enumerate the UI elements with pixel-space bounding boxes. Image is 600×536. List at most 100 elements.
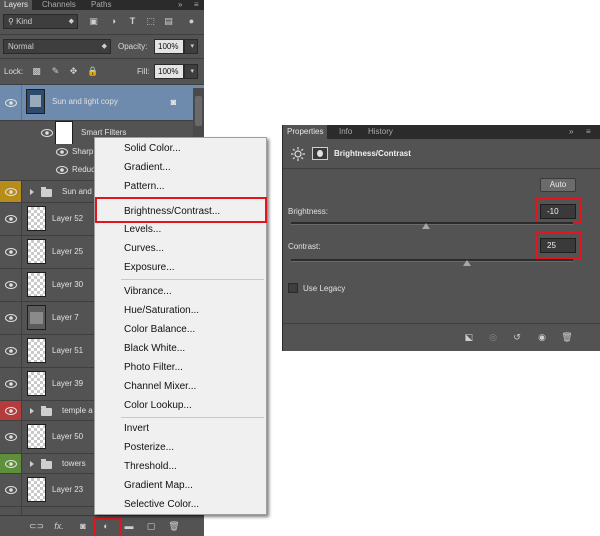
menu-item-photo-filter[interactable]: Photo Filter...: [124, 362, 183, 374]
filter-toggle-icon[interactable]: ●: [186, 16, 197, 27]
layers-bottom-bar: ⊂⊃ fx. ◙ ◐ ▬ ▢ 🗑: [0, 515, 204, 536]
menu-item-curves[interactable]: Curves...: [124, 243, 164, 255]
menu-item-threshold[interactable]: Threshold...: [124, 461, 177, 473]
lock-transparent-icon[interactable]: ▩: [31, 66, 42, 77]
layer-mask-icon[interactable]: ◙: [76, 519, 90, 533]
view-previous-icon[interactable]: ◎: [486, 330, 500, 344]
layer-name[interactable]: Layer 23: [52, 485, 83, 495]
layer-name[interactable]: Layer 25: [52, 247, 83, 257]
visibility-toggle[interactable]: [0, 269, 22, 301]
opacity-dropdown[interactable]: ▾: [184, 39, 198, 54]
menu-item-black-white[interactable]: Black White...: [124, 343, 185, 355]
smart-object-filter-icon[interactable]: ▤: [163, 16, 174, 27]
contrast-slider[interactable]: [291, 259, 573, 262]
menu-item-selective-color[interactable]: Selective Color...: [124, 499, 199, 511]
menu-item-pattern[interactable]: Pattern...: [124, 181, 165, 193]
lock-position-icon[interactable]: ✥: [68, 66, 79, 77]
eye-icon[interactable]: [56, 166, 68, 174]
menu-item-gradient-map[interactable]: Gradient Map...: [124, 480, 193, 492]
collapse-icon[interactable]: »: [178, 0, 182, 10]
lock-pixels-icon[interactable]: ✎: [50, 66, 61, 77]
visibility-toggle[interactable]: [0, 181, 22, 202]
scrollbar-thumb[interactable]: [195, 96, 202, 126]
clip-to-layer-icon[interactable]: ⬕: [462, 330, 476, 344]
brightness-slider[interactable]: [291, 222, 573, 225]
tab-channels[interactable]: Channels: [38, 0, 80, 10]
layer-name[interactable]: Sharp: [72, 147, 93, 157]
collapse-icon[interactable]: »: [569, 127, 573, 137]
expand-icon[interactable]: [30, 189, 34, 195]
new-group-icon[interactable]: ▬: [122, 519, 136, 533]
fill-dropdown[interactable]: ▾: [184, 64, 198, 79]
menu-item-color-balance[interactable]: Color Balance...: [124, 324, 195, 336]
contrast-slider-thumb[interactable]: [463, 260, 472, 266]
visibility-toggle[interactable]: [0, 203, 22, 235]
fill-field[interactable]: 100%: [154, 64, 184, 79]
adjustment-filter-icon[interactable]: ◑: [108, 16, 119, 27]
visibility-toggle[interactable]: [0, 121, 22, 144]
menu-item-solid-color[interactable]: Solid Color...: [124, 143, 181, 155]
fx-icon[interactable]: fx.: [52, 519, 66, 533]
eye-icon[interactable]: [41, 128, 53, 137]
visibility-toggle[interactable]: [0, 507, 22, 515]
layer-name[interactable]: temple a: [62, 406, 93, 416]
lock-all-icon[interactable]: 🔒: [87, 66, 98, 77]
layer-row-selected[interactable]: Sun and light copy ◙: [0, 84, 204, 120]
use-legacy-checkbox[interactable]: [288, 283, 298, 293]
tab-layers[interactable]: Layers: [0, 0, 33, 10]
panel-menu-icon[interactable]: ≡: [194, 0, 199, 10]
menu-item-vibrance[interactable]: Vibrance...: [124, 286, 172, 298]
layer-name[interactable]: Reduc: [72, 165, 95, 175]
menu-item-color-lookup[interactable]: Color Lookup...: [124, 400, 192, 412]
tab-info[interactable]: Info: [335, 125, 356, 139]
auto-button[interactable]: Auto: [540, 178, 576, 192]
tab-history[interactable]: History: [364, 125, 397, 139]
menu-item-exposure[interactable]: Exposure...: [124, 262, 175, 274]
layer-name[interactable]: Layer 52: [52, 214, 83, 224]
image-filter-icon[interactable]: ▣: [88, 16, 99, 27]
visibility-toggle[interactable]: [0, 368, 22, 400]
expand-icon[interactable]: [30, 461, 34, 467]
visibility-icon[interactable]: ◉: [535, 330, 549, 344]
shape-filter-icon[interactable]: ⬚: [145, 16, 156, 27]
expand-icon[interactable]: [30, 408, 34, 414]
visibility-toggle[interactable]: [0, 335, 22, 367]
visibility-toggle[interactable]: [0, 236, 22, 268]
tab-properties[interactable]: Properties: [283, 125, 328, 139]
reset-icon[interactable]: ↺: [510, 330, 524, 344]
layer-name[interactable]: Layer 30: [52, 280, 83, 290]
layer-name[interactable]: Layer 7: [52, 313, 79, 323]
brightness-slider-thumb[interactable]: [422, 223, 431, 229]
layer-name[interactable]: Sun and: [62, 187, 92, 197]
opacity-field[interactable]: 100%: [154, 39, 184, 54]
layer-mask-icon[interactable]: [312, 147, 328, 160]
kind-filter-select[interactable]: ⚲ Kind ◆: [3, 14, 78, 29]
layer-name[interactable]: Layer 50: [52, 432, 83, 442]
menu-item-invert[interactable]: Invert: [124, 423, 149, 435]
tab-paths[interactable]: Paths: [87, 0, 115, 10]
chevron-down-icon: ◆: [68, 18, 74, 25]
layer-name[interactable]: towers: [62, 459, 86, 469]
layer-name[interactable]: Sun and light copy: [52, 97, 118, 107]
visibility-toggle[interactable]: [0, 401, 22, 420]
visibility-toggle[interactable]: [0, 421, 22, 453]
visibility-toggle[interactable]: [0, 85, 22, 120]
blend-mode-select[interactable]: Normal ◆: [3, 39, 111, 54]
link-layers-icon[interactable]: ⊂⊃: [29, 519, 44, 533]
menu-item-channel-mixer[interactable]: Channel Mixer...: [124, 381, 196, 393]
visibility-toggle[interactable]: [0, 474, 22, 506]
type-filter-icon[interactable]: T: [127, 16, 138, 27]
delete-layer-icon[interactable]: 🗑: [167, 519, 181, 533]
delete-icon[interactable]: 🗑: [560, 330, 574, 344]
menu-item-levels[interactable]: Levels...: [124, 224, 161, 236]
visibility-toggle[interactable]: [0, 454, 22, 473]
menu-item-posterize[interactable]: Posterize...: [124, 442, 174, 454]
eye-icon[interactable]: [56, 148, 68, 156]
layer-name[interactable]: Layer 51: [52, 346, 83, 356]
menu-item-gradient[interactable]: Gradient...: [124, 162, 171, 174]
menu-item-hue-saturation[interactable]: Hue/Saturation...: [124, 305, 199, 317]
visibility-toggle[interactable]: [0, 302, 22, 334]
new-layer-icon[interactable]: ▢: [144, 519, 158, 533]
panel-menu-icon[interactable]: ≡: [586, 127, 591, 137]
layer-name[interactable]: Layer 39: [52, 379, 83, 389]
